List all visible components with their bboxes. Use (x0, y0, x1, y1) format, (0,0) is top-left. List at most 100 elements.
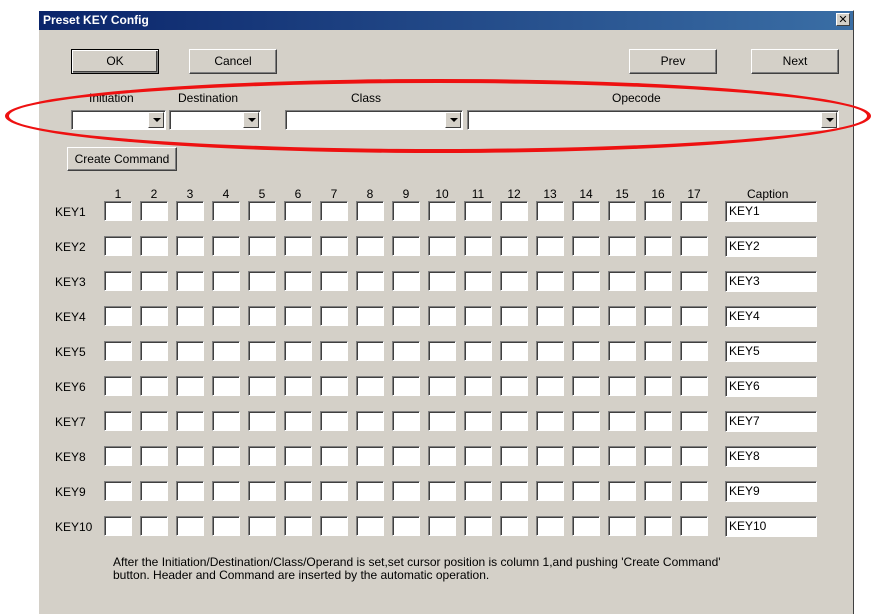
key-cell-input[interactable] (212, 376, 240, 396)
key-cell-input[interactable] (680, 306, 708, 326)
key-cell-input[interactable] (464, 376, 492, 396)
key-cell-input[interactable] (176, 306, 204, 326)
key-cell-input[interactable] (428, 306, 456, 326)
key-cell-input[interactable] (608, 306, 636, 326)
key-cell-input[interactable] (176, 411, 204, 431)
key-cell-input[interactable] (464, 341, 492, 361)
key-cell-input[interactable] (104, 376, 132, 396)
key-cell-input[interactable] (572, 201, 600, 221)
key-cell-input[interactable] (500, 271, 528, 291)
key-cell-input[interactable] (536, 271, 564, 291)
create-command-button[interactable]: Create Command (67, 147, 177, 171)
key-cell-input[interactable] (536, 201, 564, 221)
key-cell-input[interactable] (212, 481, 240, 501)
key-cell-input[interactable] (320, 271, 348, 291)
key-cell-input[interactable] (140, 411, 168, 431)
key-cell-input[interactable] (284, 411, 312, 431)
key-cell-input[interactable] (608, 341, 636, 361)
key-cell-input[interactable] (500, 376, 528, 396)
key-cell-input[interactable] (140, 341, 168, 361)
next-button[interactable]: Next (751, 49, 839, 74)
key-cell-input[interactable] (104, 481, 132, 501)
key-cell-input[interactable] (464, 306, 492, 326)
key-cell-input[interactable] (140, 201, 168, 221)
caption-input[interactable]: KEY10 (725, 516, 817, 537)
key-cell-input[interactable] (608, 201, 636, 221)
title-bar[interactable]: Preset KEY Config ✕ (39, 11, 853, 30)
key-cell-input[interactable] (176, 446, 204, 466)
key-cell-input[interactable] (140, 446, 168, 466)
key-cell-input[interactable] (104, 446, 132, 466)
key-cell-input[interactable] (536, 306, 564, 326)
key-cell-input[interactable] (680, 341, 708, 361)
key-cell-input[interactable] (500, 481, 528, 501)
key-cell-input[interactable] (140, 236, 168, 256)
key-cell-input[interactable] (104, 411, 132, 431)
key-cell-input[interactable] (140, 306, 168, 326)
key-cell-input[interactable] (284, 236, 312, 256)
key-cell-input[interactable] (680, 236, 708, 256)
key-cell-input[interactable] (608, 516, 636, 536)
key-cell-input[interactable] (212, 306, 240, 326)
key-cell-input[interactable] (536, 481, 564, 501)
key-cell-input[interactable] (500, 341, 528, 361)
caption-input[interactable]: KEY9 (725, 481, 817, 502)
key-cell-input[interactable] (680, 411, 708, 431)
key-cell-input[interactable] (644, 271, 672, 291)
key-cell-input[interactable] (644, 341, 672, 361)
key-cell-input[interactable] (356, 516, 384, 536)
key-cell-input[interactable] (356, 201, 384, 221)
key-cell-input[interactable] (392, 236, 420, 256)
key-cell-input[interactable] (644, 306, 672, 326)
key-cell-input[interactable] (500, 201, 528, 221)
key-cell-input[interactable] (284, 376, 312, 396)
key-cell-input[interactable] (392, 411, 420, 431)
key-cell-input[interactable] (536, 446, 564, 466)
key-cell-input[interactable] (572, 446, 600, 466)
key-cell-input[interactable] (248, 271, 276, 291)
key-cell-input[interactable] (356, 411, 384, 431)
key-cell-input[interactable] (176, 341, 204, 361)
key-cell-input[interactable] (572, 271, 600, 291)
key-cell-input[interactable] (500, 306, 528, 326)
key-cell-input[interactable] (176, 201, 204, 221)
key-cell-input[interactable] (644, 201, 672, 221)
cancel-button[interactable]: Cancel (189, 49, 277, 74)
key-cell-input[interactable] (644, 516, 672, 536)
key-cell-input[interactable] (392, 271, 420, 291)
key-cell-input[interactable] (356, 236, 384, 256)
key-cell-input[interactable] (212, 201, 240, 221)
key-cell-input[interactable] (284, 481, 312, 501)
key-cell-input[interactable] (284, 306, 312, 326)
caption-input[interactable]: KEY1 (725, 201, 817, 222)
key-cell-input[interactable] (428, 446, 456, 466)
key-cell-input[interactable] (572, 516, 600, 536)
caption-input[interactable]: KEY4 (725, 306, 817, 327)
caption-input[interactable]: KEY2 (725, 236, 817, 257)
key-cell-input[interactable] (536, 341, 564, 361)
key-cell-input[interactable] (608, 271, 636, 291)
key-cell-input[interactable] (608, 446, 636, 466)
key-cell-input[interactable] (284, 446, 312, 466)
key-cell-input[interactable] (500, 516, 528, 536)
key-cell-input[interactable] (608, 411, 636, 431)
prev-button[interactable]: Prev (629, 49, 717, 74)
key-cell-input[interactable] (320, 446, 348, 466)
caption-input[interactable]: KEY7 (725, 411, 817, 432)
key-cell-input[interactable] (104, 236, 132, 256)
key-cell-input[interactable] (428, 516, 456, 536)
key-cell-input[interactable] (320, 516, 348, 536)
key-cell-input[interactable] (104, 516, 132, 536)
key-cell-input[interactable] (680, 376, 708, 396)
key-cell-input[interactable] (464, 481, 492, 501)
key-cell-input[interactable] (140, 271, 168, 291)
key-cell-input[interactable] (572, 236, 600, 256)
key-cell-input[interactable] (392, 376, 420, 396)
key-cell-input[interactable] (212, 411, 240, 431)
key-cell-input[interactable] (248, 341, 276, 361)
key-cell-input[interactable] (680, 446, 708, 466)
key-cell-input[interactable] (428, 481, 456, 501)
ok-button[interactable]: OK (71, 49, 159, 74)
key-cell-input[interactable] (248, 376, 276, 396)
key-cell-input[interactable] (212, 236, 240, 256)
